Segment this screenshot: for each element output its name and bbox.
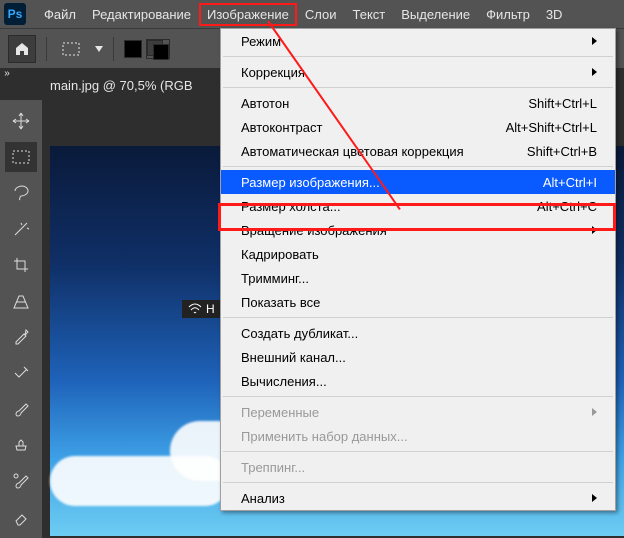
app-logo: Ps xyxy=(4,3,26,25)
menu-item-размер-изображения-[interactable]: Размер изображения... Alt+Ctrl+I xyxy=(221,170,615,194)
selection-add-icon[interactable] xyxy=(146,39,170,59)
menu-item-внешний-канал-[interactable]: Внешний канал... xyxy=(221,345,615,369)
crop-tool[interactable] xyxy=(5,250,37,280)
menu-separator xyxy=(223,396,613,397)
menu-item-label: Вращение изображения xyxy=(241,223,387,238)
menu-item-анализ[interactable]: Анализ xyxy=(221,486,615,510)
menu-3d[interactable]: 3D xyxy=(538,3,571,26)
menu-text[interactable]: Текст xyxy=(345,3,394,26)
menu-item-вычисления-[interactable]: Вычисления... xyxy=(221,369,615,393)
menu-item-label: Автоконтраст xyxy=(241,120,322,135)
menu-separator xyxy=(223,317,613,318)
menubar: Ps Файл Редактирование Изображение Слои … xyxy=(0,0,624,28)
spot-heal-tool[interactable] xyxy=(5,358,37,388)
document-tab[interactable]: main.jpg @ 70,5% (RGB xyxy=(50,78,193,93)
eraser-tool[interactable] xyxy=(5,502,37,532)
menu-separator xyxy=(223,482,613,483)
selection-new-icon[interactable] xyxy=(124,40,142,58)
menu-item-label: Применить набор данных... xyxy=(241,429,408,444)
eyedropper-tool[interactable] xyxy=(5,322,37,352)
menu-separator xyxy=(223,56,613,57)
menu-item-label: Внешний канал... xyxy=(241,350,346,365)
menu-item-режим[interactable]: Режим xyxy=(221,29,615,53)
menu-item-автотон[interactable]: Автотон Shift+Ctrl+L xyxy=(221,91,615,115)
lasso-tool[interactable] xyxy=(5,178,37,208)
menu-item-показать-все[interactable]: Показать все xyxy=(221,290,615,314)
clone-stamp-tool[interactable] xyxy=(5,430,37,460)
menu-item-shortcut: Shift+Ctrl+L xyxy=(528,96,597,111)
menu-item-shortcut: Alt+Shift+Ctrl+L xyxy=(506,120,597,135)
menu-item-тримминг-[interactable]: Тримминг... xyxy=(221,266,615,290)
menu-item-label: Коррекция xyxy=(241,65,305,80)
menu-item-label: Переменные xyxy=(241,405,319,420)
menu-item-label: Автоматическая цветовая коррекция xyxy=(241,144,464,159)
menu-separator xyxy=(223,451,613,452)
menu-item-применить-набор-данных-: Применить набор данных... xyxy=(221,424,615,448)
history-brush-tool[interactable] xyxy=(5,466,37,496)
wifi-icon xyxy=(188,303,202,315)
menu-item-label: Автотон xyxy=(241,96,289,111)
overlay-badge: Н xyxy=(182,300,221,318)
image-menu-dropdown: Режим Коррекция Автотон Shift+Ctrl+L Автокон… xyxy=(220,28,616,511)
selection-mode-group xyxy=(124,39,170,59)
marquee-indicator-icon[interactable] xyxy=(57,37,85,61)
menu-item-автоматическая-цветовая-коррекция[interactable]: Автоматическая цветовая коррекция Shift+C… xyxy=(221,139,615,163)
toolbar-separator xyxy=(113,37,114,61)
menu-item-label: Тримминг... xyxy=(241,271,309,286)
panel-expand-icon[interactable]: » xyxy=(0,68,14,88)
perspective-tool[interactable] xyxy=(5,286,37,316)
menu-item-label: Размер изображения... xyxy=(241,175,380,190)
menu-item-label: Режим xyxy=(241,34,281,49)
magic-wand-tool[interactable] xyxy=(5,214,37,244)
menu-separator xyxy=(223,87,613,88)
toolbar-separator xyxy=(46,37,47,61)
menu-item-label: Вычисления... xyxy=(241,374,327,389)
menu-item-label: Кадрировать xyxy=(241,247,319,262)
menu-item-коррекция[interactable]: Коррекция xyxy=(221,60,615,84)
menu-item-shortcut: Alt+Ctrl+C xyxy=(537,199,597,214)
menu-item-label: Размер холста... xyxy=(241,199,341,214)
menu-item-автоконтраст[interactable]: Автоконтраст Alt+Shift+Ctrl+L xyxy=(221,115,615,139)
dropdown-caret-icon[interactable] xyxy=(95,46,103,52)
menu-item-переменные: Переменные xyxy=(221,400,615,424)
menu-item-создать-дубликат-[interactable]: Создать дубликат... xyxy=(221,321,615,345)
menu-layers[interactable]: Слои xyxy=(297,3,345,26)
menu-item-кадрировать[interactable]: Кадрировать xyxy=(221,242,615,266)
menu-item-label: Треппинг... xyxy=(241,460,305,475)
brush-tool[interactable] xyxy=(5,394,37,424)
menu-item-вращение-изображения[interactable]: Вращение изображения xyxy=(221,218,615,242)
menu-item-label: Анализ xyxy=(241,491,285,506)
menu-item-shortcut: Shift+Ctrl+B xyxy=(527,144,597,159)
menu-edit[interactable]: Редактирование xyxy=(84,3,199,26)
move-tool[interactable] xyxy=(5,106,37,136)
menu-item-label: Показать все xyxy=(241,295,320,310)
menu-item-размер-холста-[interactable]: Размер холста... Alt+Ctrl+C xyxy=(221,194,615,218)
tools-panel xyxy=(0,100,42,538)
menu-file[interactable]: Файл xyxy=(36,3,84,26)
home-button[interactable] xyxy=(8,35,36,63)
menu-select[interactable]: Выделение xyxy=(393,3,478,26)
menu-separator xyxy=(223,166,613,167)
badge-line1: Н xyxy=(206,302,215,316)
menu-item-shortcut: Alt+Ctrl+I xyxy=(543,175,597,190)
marquee-tool[interactable] xyxy=(5,142,37,172)
menu-filter[interactable]: Фильтр xyxy=(478,3,538,26)
menu-item-label: Создать дубликат... xyxy=(241,326,358,341)
menu-item-треппинг-: Треппинг... xyxy=(221,455,615,479)
menu-image[interactable]: Изображение xyxy=(199,3,297,26)
